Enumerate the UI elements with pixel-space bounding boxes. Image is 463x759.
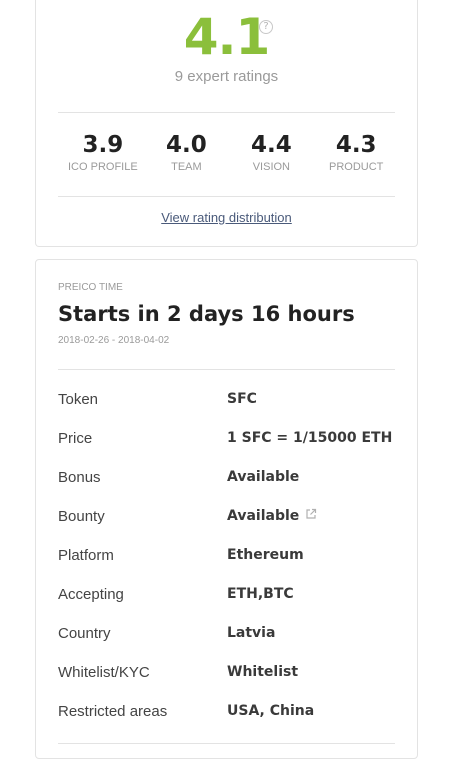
detail-key: Restricted areas <box>58 703 168 720</box>
expert-ratings-count: 9 expert ratings <box>174 68 279 85</box>
detail-key: Platform <box>58 547 114 564</box>
preico-time-label: PREICO TIME <box>58 282 123 293</box>
detail-row-accepting: Accepting ETH,BTC <box>58 584 395 623</box>
subscore-value: 3.9 <box>82 132 124 158</box>
detail-key: Accepting <box>58 586 124 603</box>
detail-row-restricted-areas: Restricted areas USA, China <box>58 701 395 740</box>
details-list: Token SFC Price 1 SFC = 1/15000 ETH Bonu… <box>58 389 395 740</box>
detail-value: Ethereum <box>227 547 304 563</box>
overall-score: 4.1 <box>183 8 271 66</box>
detail-value: Available <box>227 469 300 485</box>
detail-value: ETH,BTC <box>227 586 294 602</box>
subscores: 3.9 ICO PROFILE 4.0 TEAM 4.4 VISION 4.3 … <box>58 132 395 182</box>
subscore-value: 4.0 <box>166 132 207 158</box>
detail-row-bounty: Bounty Available <box>58 506 395 545</box>
subscore-label: ICO PROFILE <box>68 161 138 173</box>
detail-key: Country <box>58 625 111 642</box>
detail-key: Whitelist/KYC <box>58 664 150 681</box>
detail-row-platform: Platform Ethereum <box>58 545 395 584</box>
detail-value: Latvia <box>227 625 276 641</box>
external-link-icon[interactable] <box>305 508 317 523</box>
detail-row-country: Country Latvia <box>58 623 395 662</box>
subscore-team: 4.0 TEAM <box>166 132 207 173</box>
detail-row-price: Price 1 SFC = 1/15000 ETH <box>58 428 395 467</box>
help-icon[interactable]: ? <box>259 20 273 34</box>
detail-value: 1 SFC = 1/15000 ETH <box>227 430 393 446</box>
detail-value: USA, China <box>227 703 315 719</box>
divider <box>58 112 395 113</box>
detail-row-whitelist-kyc: Whitelist/KYC Whitelist <box>58 662 395 701</box>
divider <box>58 369 395 370</box>
detail-row-token: Token SFC <box>58 389 395 428</box>
subscore-product: 4.3 PRODUCT <box>329 132 383 173</box>
subscore-value: 4.4 <box>251 132 292 158</box>
subscore-label: TEAM <box>171 161 202 173</box>
detail-key: Bonus <box>58 469 101 486</box>
detail-value: SFC <box>227 391 257 407</box>
subscore-ico-profile: 3.9 ICO PROFILE <box>68 132 138 173</box>
divider <box>58 743 395 744</box>
preico-dates: 2018-02-26 - 2018-04-02 <box>58 335 170 346</box>
detail-key: Bounty <box>58 508 105 525</box>
detail-row-bonus: Bonus Available <box>58 467 395 506</box>
detail-value[interactable]: Available <box>227 508 299 524</box>
starts-countdown: Starts in 2 days 16 hours <box>58 302 355 326</box>
subscore-label: VISION <box>252 161 291 173</box>
subscore-label: PRODUCT <box>329 161 384 173</box>
preico-card: PREICO TIME Starts in 2 days 16 hours 20… <box>35 259 418 759</box>
divider <box>58 196 395 197</box>
detail-key: Token <box>58 391 99 408</box>
detail-key: Price <box>58 430 93 447</box>
bounty-link[interactable]: Available <box>227 508 317 524</box>
detail-value: Whitelist <box>227 664 299 680</box>
subscore-value: 4.3 <box>335 132 377 158</box>
view-rating-distribution-link[interactable]: View rating distribution <box>36 210 417 225</box>
score-wrap: 4.1 <box>36 8 417 66</box>
rating-card: 4.1 ? 9 expert ratings 3.9 ICO PROFILE 4… <box>35 0 418 247</box>
subscore-vision: 4.4 VISION <box>251 132 292 173</box>
